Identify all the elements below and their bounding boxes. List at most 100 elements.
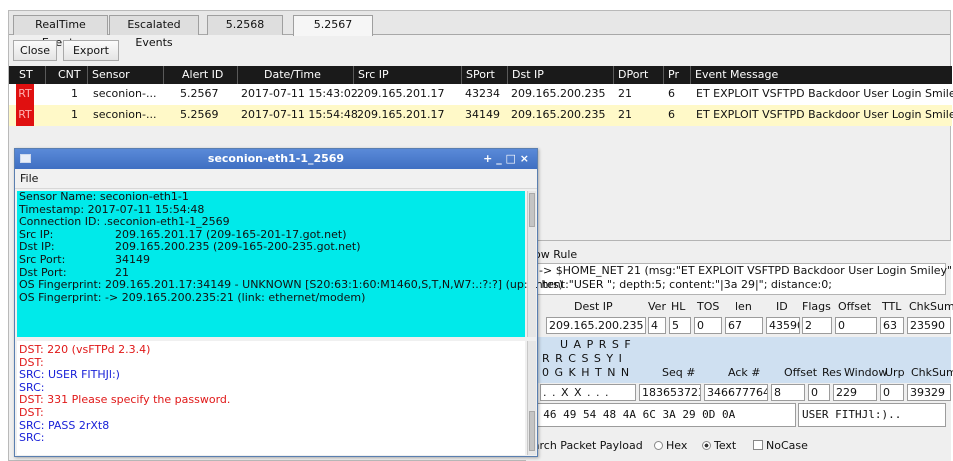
sport-cell: 34149 (465, 108, 500, 121)
transcript-box[interactable]: DST: 220 (vsFTPd 2.3.4) DST: SRC: USER F… (17, 341, 525, 455)
hl-field[interactable]: 5 (669, 317, 691, 334)
search-row: earch Packet Payload Hex Text NoCase (526, 436, 951, 456)
cnt-cell: 1 (71, 87, 78, 100)
rule-text-box[interactable]: y -> $HOME_NET 21 (msg:"ET EXPLOIT VSFTP… (526, 263, 953, 295)
tos-field[interactable]: 0 (694, 317, 722, 334)
col-pr[interactable]: Pr (663, 66, 690, 84)
ip-header-len: len (735, 300, 752, 313)
text-radio[interactable]: Text (702, 439, 736, 452)
info-dst-ip: Dst IP: 209.165.200.235 (209-165-200-235.… (17, 241, 525, 254)
ip-header-tos: TOS (697, 300, 720, 313)
ip-header-chksum: ChkSum (909, 300, 953, 313)
window-controls-icon[interactable]: + _ □ × (483, 149, 529, 168)
sport-cell: 43234 (465, 87, 500, 100)
radio-selected-icon (702, 441, 711, 450)
info-value: 34149 (115, 252, 150, 266)
menu-file[interactable]: File (20, 171, 38, 186)
tab-5-2568[interactable]: 5.2568 (207, 15, 283, 35)
table-row[interactable]: RT 1 seconion-... 5.2569 2017-07-11 15:5… (9, 105, 953, 126)
col-sport[interactable]: SPort (461, 66, 507, 84)
seq-field[interactable]: 1836537233 (639, 384, 701, 401)
alert-id-cell: 5.2567 (180, 87, 219, 100)
col-datetime[interactable]: Date/Time (237, 66, 353, 84)
tcp-header-res: Res (822, 366, 842, 379)
info-sensor-name: Sensor Name: seconion-eth1-1 (19, 190, 189, 203)
transcript-line: DST: 220 (vsFTPd 2.3.4) (19, 343, 151, 356)
nocase-checkbox[interactable]: NoCase (753, 439, 808, 452)
ip-header-hl: HL (671, 300, 686, 313)
ip-header-ttl: TTL (882, 300, 902, 313)
tcp-header-ack: Ack # (728, 366, 761, 379)
datetime-cell: 2017-07-11 15:43:02 (241, 87, 358, 100)
ack-field[interactable]: 3466777645 (704, 384, 768, 401)
transcript-line: SRC: (19, 431, 45, 445)
src-ip-cell: 209.165.201.17 (357, 108, 445, 121)
urp-field[interactable]: 0 (880, 384, 904, 401)
hex-radio[interactable]: Hex (654, 439, 687, 452)
event-message-cell: ET EXPLOIT VSFTPD Backdoor User Login Sm… (696, 87, 953, 100)
hex-radio-label: Hex (666, 439, 688, 452)
packet-detail-panel: ow Rule y -> $HOME_NET 21 (msg:"ET EXPLO… (526, 240, 953, 461)
payload-hex-box[interactable]: 0 46 49 54 48 4A 6C 3A 29 0D 0A (526, 403, 796, 427)
col-src-ip[interactable]: Src IP (353, 66, 461, 84)
info-scrollbar[interactable] (527, 191, 536, 337)
offset-field[interactable]: 0 (835, 317, 877, 334)
col-st[interactable]: ST (9, 66, 45, 84)
col-sensor[interactable]: Sensor (87, 66, 163, 84)
datetime-cell: 2017-07-11 15:54:48 (241, 108, 358, 121)
id-field[interactable]: 43590 (766, 317, 800, 334)
flags-field[interactable]: 2 (802, 317, 832, 334)
scrollbar-thumb[interactable] (529, 193, 535, 227)
info-src-port: Src Port: 34149 (17, 252, 525, 267)
ip-header-dest-ip: Dest IP (574, 300, 613, 313)
info-value: 21 (115, 265, 129, 279)
dst-ip-cell: 209.165.200.235 (511, 87, 606, 100)
col-alert-id[interactable]: Alert ID (163, 66, 237, 84)
search-payload-label: earch Packet Payload (526, 439, 643, 452)
tcp-chksum-field[interactable]: 39329 (907, 384, 951, 401)
ip-header-ver: Ver (648, 300, 666, 313)
show-rule-heading: ow Rule (534, 248, 578, 261)
info-label: Src Port: (19, 252, 66, 266)
tcp-header-chksum: ChkSum (911, 366, 953, 379)
tcp-flag-labels: R R C S S Y I (542, 352, 623, 365)
tcp-flags-field[interactable]: . . X X . . . (540, 384, 636, 401)
dest-ip-field[interactable]: 209.165.200.235 (546, 317, 646, 334)
transcript-line: DST: (19, 405, 44, 419)
tab-5-2567[interactable]: 5.2567 (293, 15, 373, 36)
tcp-offset-field[interactable]: 8 (771, 384, 805, 401)
checkbox-icon (753, 440, 763, 450)
ttl-field[interactable]: 63 (880, 317, 904, 334)
window-titlebar[interactable]: seconion-eth1-1_2569 + _ □ × (15, 149, 537, 169)
chksum-field[interactable]: 23590 (907, 317, 951, 334)
dst-ip-cell: 209.165.200.235 (511, 108, 606, 121)
radio-icon (654, 441, 663, 450)
len-field[interactable]: 67 (725, 317, 763, 334)
tab-escalated-events[interactable]: Escalated Events (109, 15, 199, 49)
window-field[interactable]: 229 (833, 384, 877, 401)
col-cnt[interactable]: CNT (45, 66, 87, 84)
menu-bar: File (15, 169, 537, 189)
scrollbar-thumb[interactable] (529, 411, 535, 451)
res-field[interactable]: 0 (808, 384, 830, 401)
ip-header-flags: Flags (802, 300, 831, 313)
export-button[interactable]: Export (63, 40, 119, 61)
transcript-scrollbar[interactable] (527, 341, 536, 455)
col-dst-ip[interactable]: Dst IP (507, 66, 613, 84)
ip-header-id: ID (776, 300, 788, 313)
col-event-message[interactable]: Event Message (690, 66, 952, 84)
status-badge: RT (16, 105, 34, 126)
ver-field[interactable]: 4 (648, 317, 666, 334)
tab-realtime-events[interactable]: RealTime Events (13, 15, 108, 49)
sensor-cell: seconion-... (93, 87, 157, 100)
table-row[interactable]: RT 1 seconion-... 5.2567 2017-07-11 15:4… (9, 84, 953, 105)
col-dport[interactable]: DPort (613, 66, 663, 84)
rule-line: ontent:"USER "; depth:5; content:"|3a 29… (529, 278, 832, 291)
payload-ascii-box[interactable]: USER FITHJl:).. (798, 403, 946, 427)
nocase-label: NoCase (766, 439, 808, 452)
tcp-header-section: U A P R S F R R C S S Y I 0 G K H T N N … (526, 337, 953, 383)
close-button[interactable]: Close (13, 40, 57, 61)
alert-id-cell: 5.2569 (180, 108, 219, 121)
src-ip-cell: 209.165.201.17 (357, 87, 445, 100)
info-value: 209.165.201.17 (209-165-201-17.got.net) (115, 227, 347, 241)
